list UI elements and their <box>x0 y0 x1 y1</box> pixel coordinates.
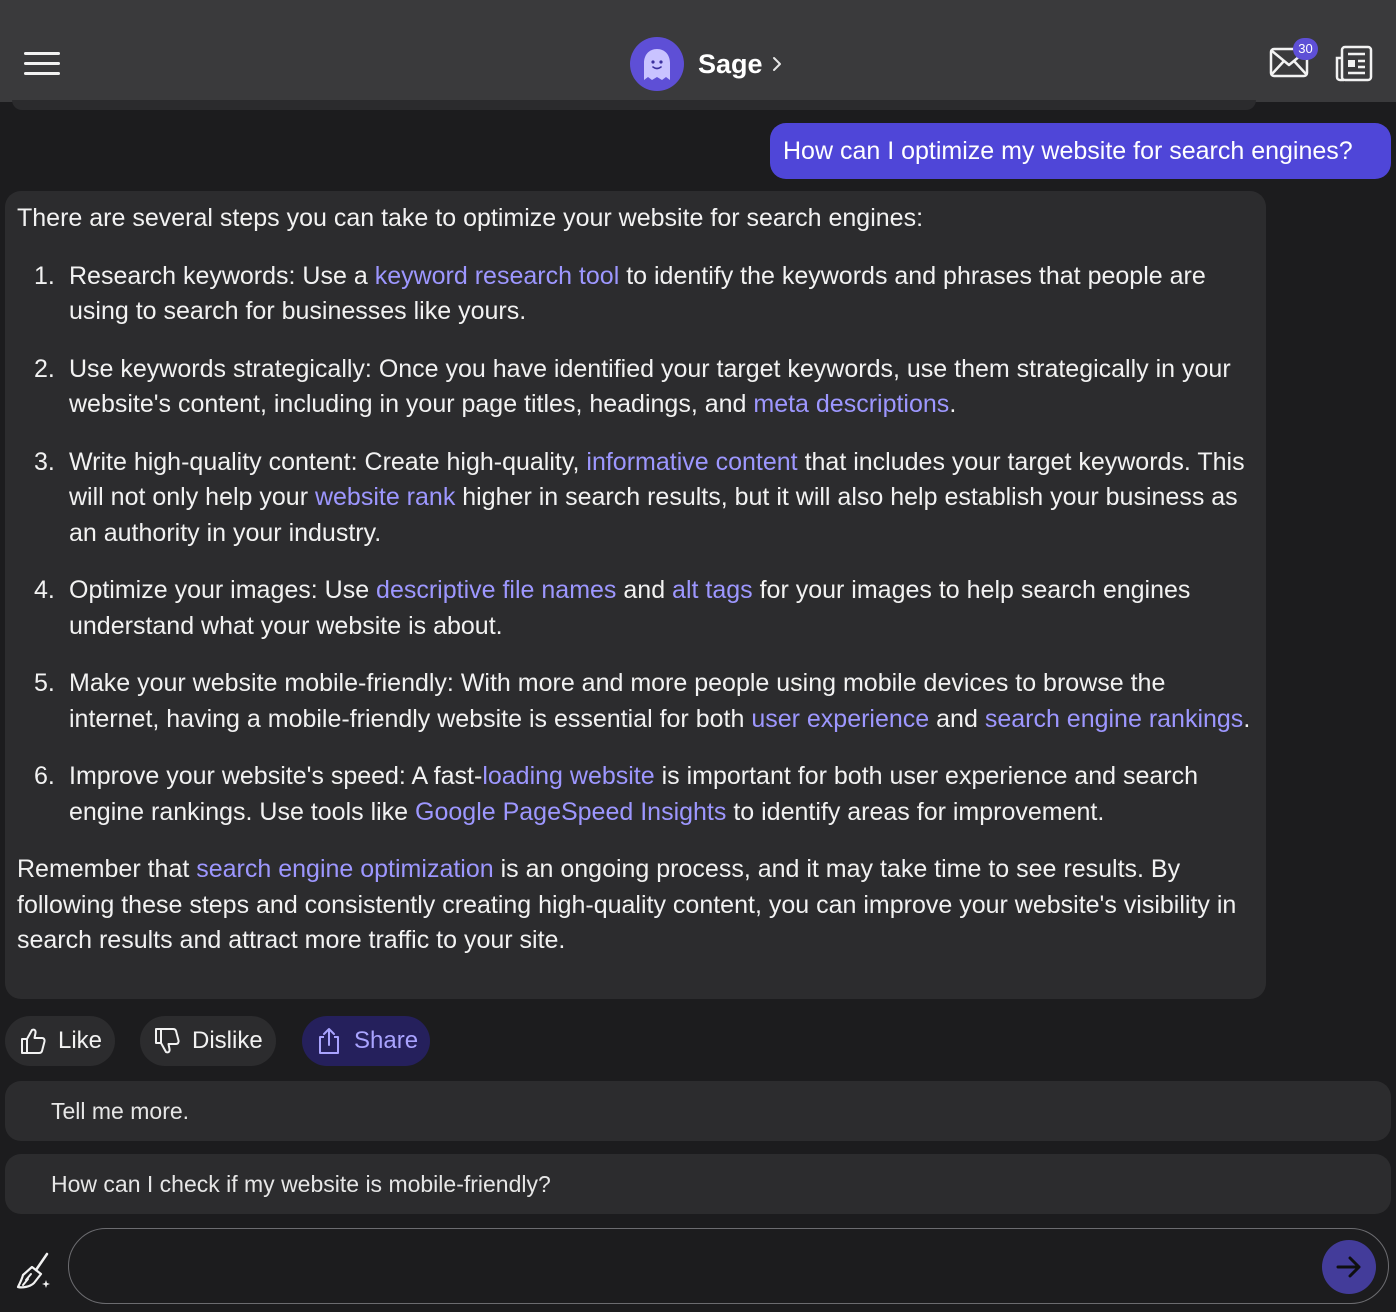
step-item: 4. Optimize your images: Use descriptive … <box>17 573 1252 644</box>
broom-icon[interactable] <box>14 1250 56 1292</box>
inline-link[interactable]: website rank <box>315 483 455 511</box>
step-number: 1. <box>34 261 55 290</box>
dislike-label: Dislike <box>192 1027 263 1054</box>
newspaper-icon[interactable] <box>1334 44 1374 84</box>
text-run: Improve your website's speed: A fast- <box>69 762 483 790</box>
suggested-reply[interactable]: Tell me more. <box>5 1081 1391 1141</box>
step-item: 1. Research keywords: Use a keyword resea… <box>17 259 1252 330</box>
arrow-right-icon <box>1336 1256 1361 1278</box>
text-run: Research keywords: Use a <box>69 261 375 290</box>
inline-link[interactable]: alt tags <box>672 576 753 604</box>
like-button[interactable]: Like <box>5 1016 115 1066</box>
text-run: Write high-quality content: Create high-… <box>69 447 587 476</box>
text-run: and <box>929 704 985 733</box>
inline-link[interactable]: informative content <box>586 448 797 476</box>
inline-link[interactable]: user experience <box>751 705 929 733</box>
top-bar: Sage 30 <box>0 0 1396 102</box>
thumbs-down-icon <box>155 1028 180 1054</box>
text-run: Remember that <box>17 855 197 883</box>
header-divider <box>12 100 1256 110</box>
share-label: Share <box>354 1027 419 1054</box>
unread-count-badge: 30 <box>1293 38 1318 60</box>
inline-link[interactable]: search engine optimization <box>196 855 493 883</box>
step-item: 5. Make your website mobile-friendly: Wit… <box>17 666 1252 737</box>
inline-link[interactable]: keyword research tool <box>375 262 620 290</box>
text-run: and <box>616 576 673 604</box>
send-button[interactable] <box>1322 1240 1376 1294</box>
step-item: 2. Use keywords strategically: Once you h… <box>17 352 1252 423</box>
like-label: Like <box>58 1027 103 1054</box>
bot-message-intro: There are several steps you can take to … <box>17 204 924 232</box>
thumbs-up-icon <box>21 1028 46 1054</box>
step-number: 5. <box>34 669 55 697</box>
chevron-right-icon <box>772 57 781 71</box>
text-run: Optimize your images: Use <box>69 576 377 604</box>
step-item: 6. Improve your website's speed: A fast-l… <box>17 759 1252 830</box>
message-input[interactable] <box>93 1243 1317 1291</box>
share-icon <box>319 1028 339 1054</box>
hamburger-menu-icon[interactable] <box>24 50 62 78</box>
inline-link[interactable]: search engine rankings <box>985 705 1244 733</box>
steps-list: 1. Research keywords: Use a keyword resea… <box>17 259 1252 831</box>
chat-app: Sage 30 How can I optimize my website fo… <box>0 0 1396 1312</box>
text-run: . <box>949 390 957 418</box>
inline-link[interactable]: descriptive file names <box>376 576 616 604</box>
step-number: 6. <box>34 762 55 790</box>
inline-link[interactable]: meta descriptions <box>753 390 949 418</box>
suggested-reply[interactable]: How can I check if my website is mobile-… <box>5 1154 1391 1214</box>
dislike-button[interactable]: Dislike <box>140 1016 276 1066</box>
bot-message-bubble: There are several steps you can take to … <box>5 191 1266 999</box>
step-number: 3. <box>34 447 55 476</box>
bot-title-button[interactable]: Sage <box>630 36 783 92</box>
step-number: 4. <box>34 576 55 604</box>
avatar <box>630 37 684 91</box>
bot-message-outro: Remember that search engine optimization… <box>17 852 1252 959</box>
text-run: to identify areas for improvement. <box>726 797 1105 826</box>
text-run: Use keywords strategically: Once you hav… <box>69 354 1231 419</box>
bot-face-icon <box>644 49 670 80</box>
inline-link[interactable]: loading website <box>482 762 654 790</box>
step-number: 2. <box>34 354 55 383</box>
inline-link[interactable]: Google PageSpeed Insights <box>415 798 726 826</box>
user-message-bubble: How can I optimize my website for search… <box>770 123 1391 179</box>
bot-name: Sage <box>698 48 763 79</box>
text-run: . <box>1243 704 1251 733</box>
step-item: 3. Write high-quality content: Create hig… <box>17 445 1252 552</box>
share-button[interactable]: Share <box>302 1016 430 1066</box>
message-composer <box>68 1228 1389 1304</box>
